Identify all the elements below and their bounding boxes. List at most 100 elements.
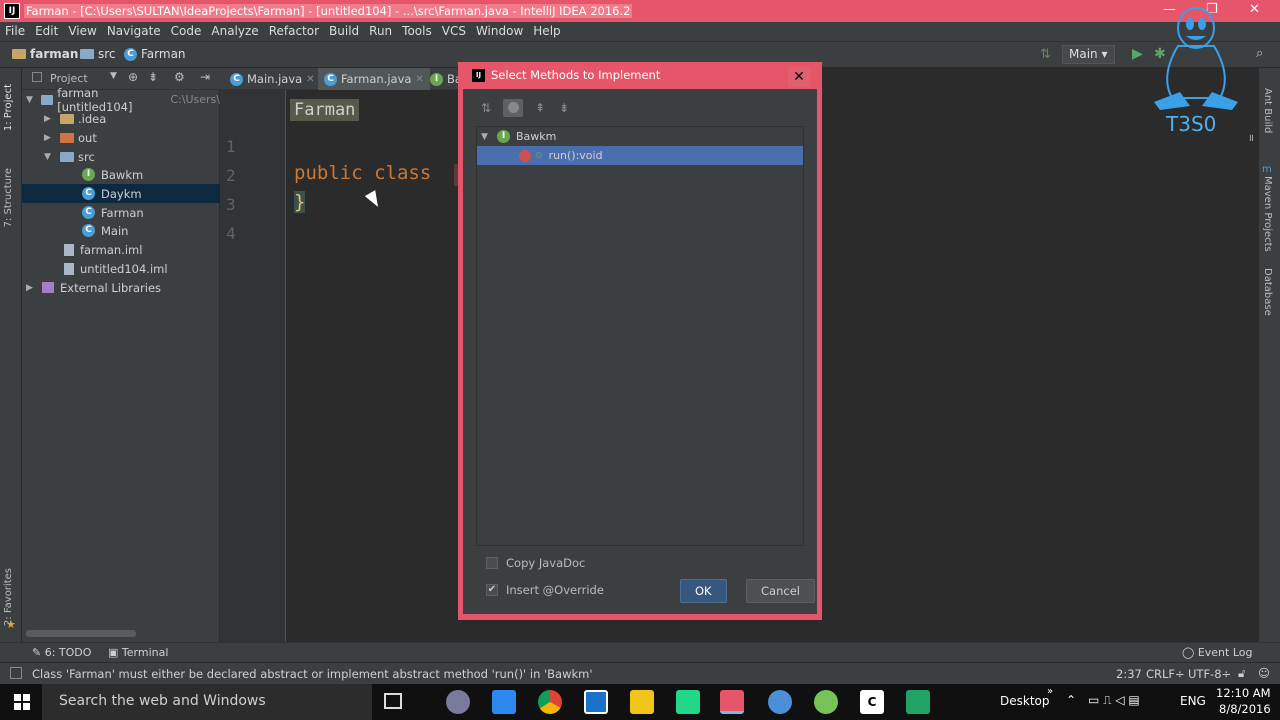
- line-separator[interactable]: CRLF÷: [1146, 667, 1185, 681]
- project-tool-tab[interactable]: 1: Project: [3, 84, 14, 131]
- project-view-label[interactable]: Project: [50, 72, 88, 85]
- tree-item-farman-iml[interactable]: farman.iml: [22, 240, 220, 259]
- app-icon-10[interactable]: C: [860, 690, 884, 714]
- copy-javadoc-checkbox[interactable]: Copy JavaDoc: [486, 556, 585, 570]
- tab-main-java[interactable]: C Main.java ✕: [224, 68, 321, 90]
- line-number: 4: [226, 224, 236, 243]
- tree-item-method[interactable]: ⊙ run():void: [477, 146, 803, 165]
- tree-item-idea[interactable]: ▶ .idea: [22, 109, 220, 128]
- terminal-label: Terminal: [121, 646, 169, 659]
- menu-vcs[interactable]: VCS: [437, 22, 471, 40]
- tree-item-root[interactable]: ▼ farman [untitled104] C:\Users\: [22, 86, 220, 114]
- toolbar-chevron-icon[interactable]: »: [1047, 686, 1053, 697]
- tree-item-farman[interactable]: C Farman: [22, 203, 220, 222]
- todo-tool-tab[interactable]: ✎ 6: TODO: [32, 646, 91, 659]
- clock-date[interactable]: 8/8/2016: [1219, 702, 1271, 716]
- android-icon[interactable]: [814, 690, 838, 714]
- structure-tool-tab[interactable]: 7: Structure: [3, 168, 14, 227]
- clock-time[interactable]: 12:10 AM: [1216, 686, 1271, 700]
- tree-label: Farman: [101, 205, 144, 220]
- menu-code[interactable]: Code: [166, 22, 207, 40]
- app-icon-1[interactable]: [446, 690, 470, 714]
- methods-tree[interactable]: ▼ I Bawkm ⊙ run():void: [476, 126, 804, 546]
- cancel-button[interactable]: Cancel: [746, 579, 815, 603]
- menu-view[interactable]: View: [63, 22, 101, 40]
- app-icon-8[interactable]: [768, 690, 792, 714]
- desktop-toolbar[interactable]: Desktop: [1000, 694, 1050, 708]
- tree-item-out[interactable]: ▶ out: [22, 128, 220, 147]
- menu-navigate[interactable]: Navigate: [102, 22, 166, 40]
- tree-item-bawkm[interactable]: I Bawkm: [22, 165, 220, 184]
- app-icon-5[interactable]: [630, 690, 654, 714]
- insert-override-checkbox[interactable]: ✔ Insert @Override: [486, 583, 604, 597]
- hector-icon[interactable]: ☺︎: [1258, 666, 1270, 680]
- tree-item-untitled-iml[interactable]: untitled104.iml: [22, 259, 220, 278]
- menu-edit[interactable]: Edit: [30, 22, 63, 40]
- event-log-tool-tab[interactable]: ◯ Event Log: [1182, 646, 1252, 659]
- code-keyword: public class: [294, 162, 432, 184]
- app-icon-4[interactable]: [584, 690, 608, 714]
- intellij-icon[interactable]: [720, 690, 744, 714]
- terminal-tool-tab[interactable]: ▣ Terminal: [108, 646, 168, 659]
- ant-build-tab[interactable]: Ant Build: [1262, 88, 1273, 133]
- build-icon[interactable]: ⇅: [1040, 47, 1051, 62]
- menu-run[interactable]: Run: [364, 22, 397, 40]
- hide-icon[interactable]: ⇥: [200, 70, 210, 84]
- menu-window[interactable]: Window: [471, 22, 528, 40]
- tree-item-src[interactable]: ▼ src: [22, 147, 220, 166]
- cursor-position[interactable]: 2:37: [1116, 667, 1142, 681]
- sort-icon[interactable]: ⇅: [481, 101, 491, 115]
- breadcrumb-class[interactable]: C Farman: [124, 47, 186, 61]
- expand-all-icon[interactable]: ⇞: [535, 101, 545, 115]
- app-icon-2[interactable]: [492, 690, 516, 714]
- task-view-icon[interactable]: [384, 693, 402, 709]
- show-hidden-icons-icon[interactable]: ⌃: [1066, 693, 1076, 707]
- horizontal-scrollbar[interactable]: [26, 630, 136, 637]
- lock-icon[interactable]: 🔓︎: [1238, 666, 1245, 681]
- tree-item-external-libraries[interactable]: ▶ External Libraries: [22, 278, 220, 297]
- checkmark-icon: ✔: [486, 584, 498, 596]
- run-icon[interactable]: ▶: [1132, 46, 1143, 62]
- show-classes-toggle[interactable]: [503, 99, 523, 117]
- file-encoding[interactable]: UTF-8÷: [1188, 667, 1231, 681]
- search-icon[interactable]: ⌕: [1256, 46, 1263, 61]
- tree-item-interface[interactable]: ▼ I Bawkm: [477, 127, 803, 146]
- breadcrumb-project[interactable]: farman: [12, 47, 78, 61]
- tree-item-daykm[interactable]: C Daykm: [22, 184, 220, 203]
- tree-label: Bawkm: [516, 130, 557, 143]
- tray-icons[interactable]: ▭ ⎍ ◁ ▤: [1088, 693, 1140, 708]
- collapse-icon[interactable]: ⇟: [148, 70, 158, 84]
- tree-label: untitled104.iml: [80, 261, 168, 276]
- tree-label: out: [78, 130, 97, 145]
- pycharm-icon[interactable]: [676, 690, 700, 714]
- menu-tools[interactable]: Tools: [397, 22, 437, 40]
- menu-file[interactable]: File: [0, 22, 30, 40]
- close-tab-icon[interactable]: ✕: [415, 74, 423, 85]
- locate-icon[interactable]: ⊕: [128, 70, 138, 84]
- language-indicator[interactable]: ENG: [1180, 694, 1206, 708]
- run-config-select[interactable]: Main ▾: [1062, 45, 1115, 64]
- database-tab[interactable]: Database: [1262, 268, 1273, 316]
- chrome-icon[interactable]: [538, 690, 562, 714]
- tab-farman-java[interactable]: C Farman.java ✕: [318, 68, 430, 90]
- collapse-all-icon[interactable]: ⇟: [559, 101, 569, 115]
- windows-start-icon[interactable]: [14, 694, 30, 710]
- close-tab-icon[interactable]: ✕: [306, 74, 314, 85]
- maven-projects-tab[interactable]: Maven Projects: [1262, 176, 1273, 252]
- menu-help[interactable]: Help: [528, 22, 565, 40]
- intellij-logo-icon: IJ: [472, 68, 485, 82]
- taskbar-search-input[interactable]: Search the web and Windows: [42, 684, 372, 720]
- menu-analyze[interactable]: Analyze: [206, 22, 263, 40]
- dialog-close-button[interactable]: ✕: [788, 67, 810, 87]
- close-window-icon[interactable]: ✕: [1249, 2, 1260, 17]
- menu-build[interactable]: Build: [324, 22, 364, 40]
- class-icon: C: [124, 47, 137, 61]
- breadcrumb-src[interactable]: src: [80, 47, 116, 61]
- app-icon-11[interactable]: [906, 690, 930, 714]
- toggle-tool-windows-icon[interactable]: [10, 667, 22, 679]
- ok-button[interactable]: OK: [680, 579, 727, 603]
- gear-icon[interactable]: ⚙: [174, 70, 185, 84]
- tree-item-main[interactable]: C Main: [22, 221, 220, 240]
- chevron-down-icon[interactable]: ▼: [110, 71, 117, 81]
- menu-refactor[interactable]: Refactor: [264, 22, 324, 40]
